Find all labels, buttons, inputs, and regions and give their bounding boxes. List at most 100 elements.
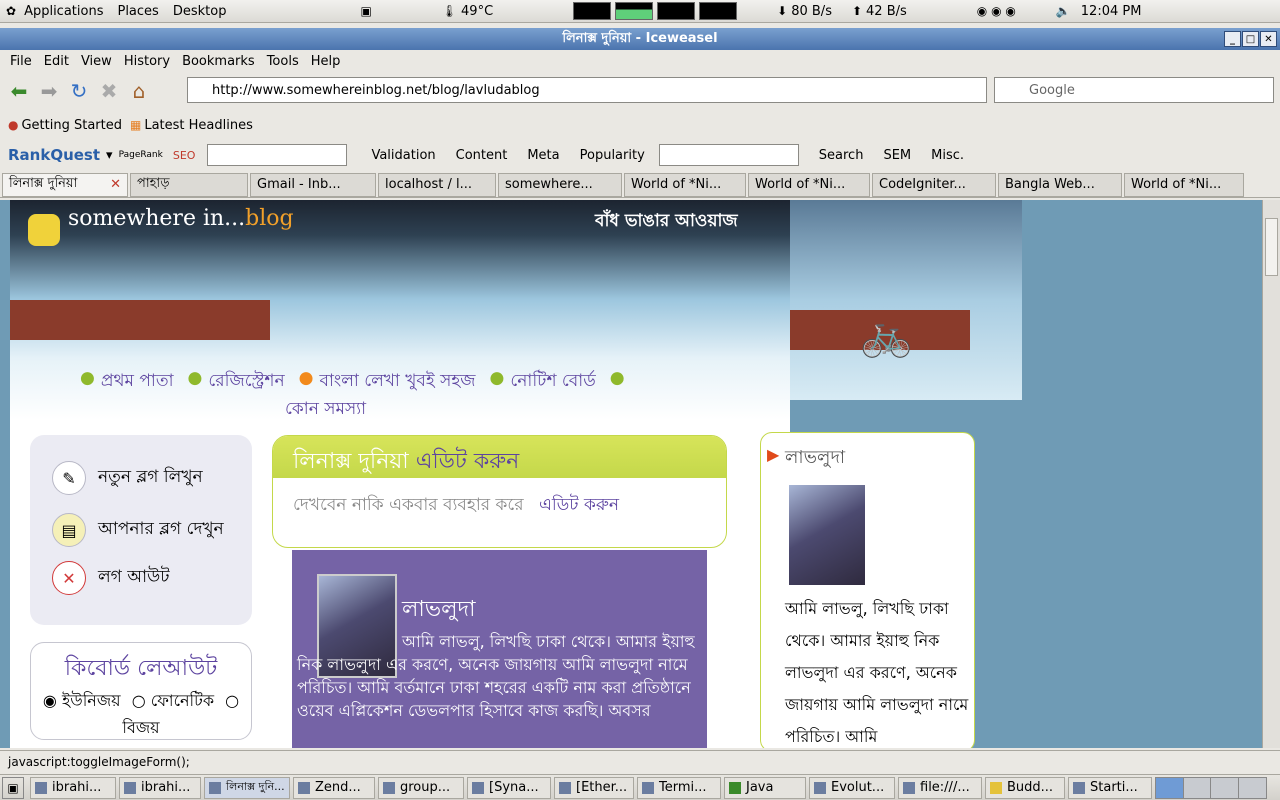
misc-menu[interactable]: Misc. <box>931 148 964 163</box>
clock[interactable]: 12:04 PM <box>1081 4 1142 19</box>
vertical-scrollbar[interactable] <box>1262 200 1280 748</box>
menu-history[interactable]: History <box>124 54 170 69</box>
pagerank-button[interactable]: PageRank <box>119 150 163 160</box>
tab-label[interactable]: somewhere... <box>505 177 593 192</box>
rankquest-input-2[interactable] <box>658 144 799 166</box>
option-bijoy[interactable]: বিজয় <box>122 718 159 737</box>
desktop-menu[interactable]: Desktop <box>173 4 227 19</box>
tab-label[interactable]: World of *Ni... <box>755 177 845 192</box>
task-ethereal[interactable]: [Ether... <box>554 776 634 799</box>
task-label[interactable]: লিনাক্স দুনি... <box>226 778 285 797</box>
rankquest-input[interactable] <box>207 144 348 166</box>
task-label[interactable]: Java <box>746 780 773 795</box>
minimize-button[interactable]: _ <box>1224 31 1241 47</box>
home-button[interactable]: ⌂ <box>124 77 154 105</box>
task-starting[interactable]: Starti... <box>1068 776 1152 799</box>
task-label[interactable]: Termi... <box>659 780 707 795</box>
nav-home[interactable]: প্রথম পাতা <box>101 368 174 396</box>
tab-bangla-web[interactable]: Bangla Web... <box>998 172 1122 197</box>
radio-bijoy[interactable]: ○ <box>225 691 239 710</box>
tab-label[interactable]: পাহাড় <box>137 174 169 195</box>
task-label[interactable]: file:///... <box>920 780 970 795</box>
option-unijoy[interactable]: ইউনিজয় <box>62 691 121 710</box>
task-java[interactable]: Java <box>724 776 806 799</box>
bookmark-latest-headlines[interactable]: Latest Headlines <box>144 118 253 133</box>
task-buddy-list[interactable]: Budd... <box>985 776 1065 799</box>
view-blog-label[interactable]: আপনার ব্লগ দেখুন <box>98 516 224 544</box>
tab-world-of-nix-2[interactable]: World of *Ni... <box>748 172 870 197</box>
task-label[interactable]: ibrahi... <box>141 780 190 795</box>
menu-view[interactable]: View <box>81 54 112 69</box>
logout-label[interactable]: লগ আউট <box>98 564 170 592</box>
close-window-button[interactable]: ✕ <box>1260 31 1277 47</box>
task-zend[interactable]: Zend... <box>293 776 375 799</box>
tab-world-of-nix-1[interactable]: World of *Ni... <box>624 172 746 197</box>
task-group[interactable]: group... <box>378 776 464 799</box>
close-tab-icon[interactable]: ✕ <box>110 177 121 192</box>
content-menu[interactable]: Content <box>456 148 508 163</box>
task-label[interactable]: Evolut... <box>831 780 884 795</box>
tab-codeigniter[interactable]: CodeIgniter... <box>872 172 996 197</box>
tab-label[interactable]: Gmail - Inb... <box>257 177 341 192</box>
task-label[interactable]: ibrahi... <box>52 780 101 795</box>
write-new-blog-label[interactable]: নতুন ব্লগ লিখুন <box>98 464 203 492</box>
task-label[interactable]: group... <box>400 780 450 795</box>
tab-label[interactable]: Bangla Web... <box>1005 177 1095 192</box>
menu-edit[interactable]: Edit <box>44 54 69 69</box>
tab-gmail[interactable]: Gmail - Inb... <box>250 172 376 197</box>
task-evolution[interactable]: Evolut... <box>809 776 895 799</box>
tab-label[interactable]: localhost / l... <box>385 177 472 192</box>
forward-button[interactable]: ➡ <box>34 77 64 105</box>
seo-button[interactable]: SEO <box>173 149 196 162</box>
workspace-4[interactable] <box>1239 778 1266 798</box>
rankquest-dropdown[interactable]: ▾ <box>106 148 113 163</box>
launcher-icon[interactable]: ▣ <box>360 5 371 17</box>
meta-menu[interactable]: Meta <box>527 148 559 163</box>
task-label[interactable]: Zend... <box>315 780 361 795</box>
task-ibrahim-1[interactable]: ibrahi... <box>30 776 116 799</box>
sem-menu[interactable]: SEM <box>883 148 911 163</box>
task-label[interactable]: [Syna... <box>489 780 539 795</box>
task-iceweasel[interactable]: লিনাক্স দুনি... <box>204 776 290 799</box>
reload-button[interactable]: ↻ <box>64 77 94 105</box>
logo-accent[interactable]: blog <box>245 206 293 231</box>
search-menu[interactable]: Search <box>819 148 864 163</box>
tab-label[interactable]: লিনাক্স দুনিয়া <box>9 174 77 195</box>
tab-world-of-nix-3[interactable]: World of *Ni... <box>1124 172 1244 197</box>
scrollbar-thumb[interactable] <box>1265 218 1278 276</box>
edit-subtitle-link[interactable]: এডিট করুন <box>539 495 619 515</box>
workspace-3[interactable] <box>1211 777 1239 798</box>
logo-text[interactable]: somewhere in... <box>68 206 245 231</box>
radio-unijoy[interactable]: ◉ <box>43 691 57 710</box>
applications-menu[interactable]: Applications <box>24 4 103 19</box>
tab-linux-duniya[interactable]: লিনাক্স দুনিয়া ✕ <box>2 172 128 197</box>
edit-title-link[interactable]: এডিট করুন <box>416 449 520 474</box>
tab-label[interactable]: World of *Ni... <box>631 177 721 192</box>
nav-bangla-writing[interactable]: বাংলা লেখা খুবই সহজ <box>319 368 475 396</box>
workspace-1[interactable] <box>1156 777 1184 798</box>
rankquest-logo[interactable]: RankQuest <box>8 146 100 164</box>
task-label[interactable]: Starti... <box>1090 780 1138 795</box>
workspace-switcher[interactable] <box>1155 776 1267 799</box>
task-synaptic[interactable]: [Syna... <box>467 776 551 799</box>
task-ibrahim-2[interactable]: ibrahi... <box>119 776 201 799</box>
workspace-2[interactable] <box>1184 777 1211 798</box>
radio-phonetic[interactable]: ○ <box>132 691 146 710</box>
gnome-foot-icon[interactable]: ✿ <box>6 5 16 17</box>
option-phonetic[interactable]: ফোনেটিক <box>151 691 214 710</box>
tab-label[interactable]: CodeIgniter... <box>879 177 966 192</box>
stop-button[interactable]: ✖ <box>94 77 124 105</box>
bookmark-getting-started[interactable]: Getting Started <box>21 118 122 133</box>
menu-tools[interactable]: Tools <box>267 54 299 69</box>
nav-notice-board[interactable]: নোটিশ বোর্ড <box>510 368 595 396</box>
write-new-blog-link[interactable]: ✎ নতুন ব্লগ লিখুন <box>52 461 203 495</box>
menu-bookmarks[interactable]: Bookmarks <box>182 54 255 69</box>
search-field[interactable]: Google <box>994 77 1274 103</box>
validation-menu[interactable]: Validation <box>371 148 435 163</box>
task-file-browser[interactable]: file:///... <box>898 776 982 799</box>
popularity-menu[interactable]: Popularity <box>580 148 645 163</box>
volume-icon[interactable]: 🔈 <box>1056 5 1071 17</box>
maximize-button[interactable]: □ <box>1242 31 1259 47</box>
task-label[interactable]: [Ether... <box>576 780 627 795</box>
search-placeholder[interactable]: Google <box>1029 83 1075 98</box>
